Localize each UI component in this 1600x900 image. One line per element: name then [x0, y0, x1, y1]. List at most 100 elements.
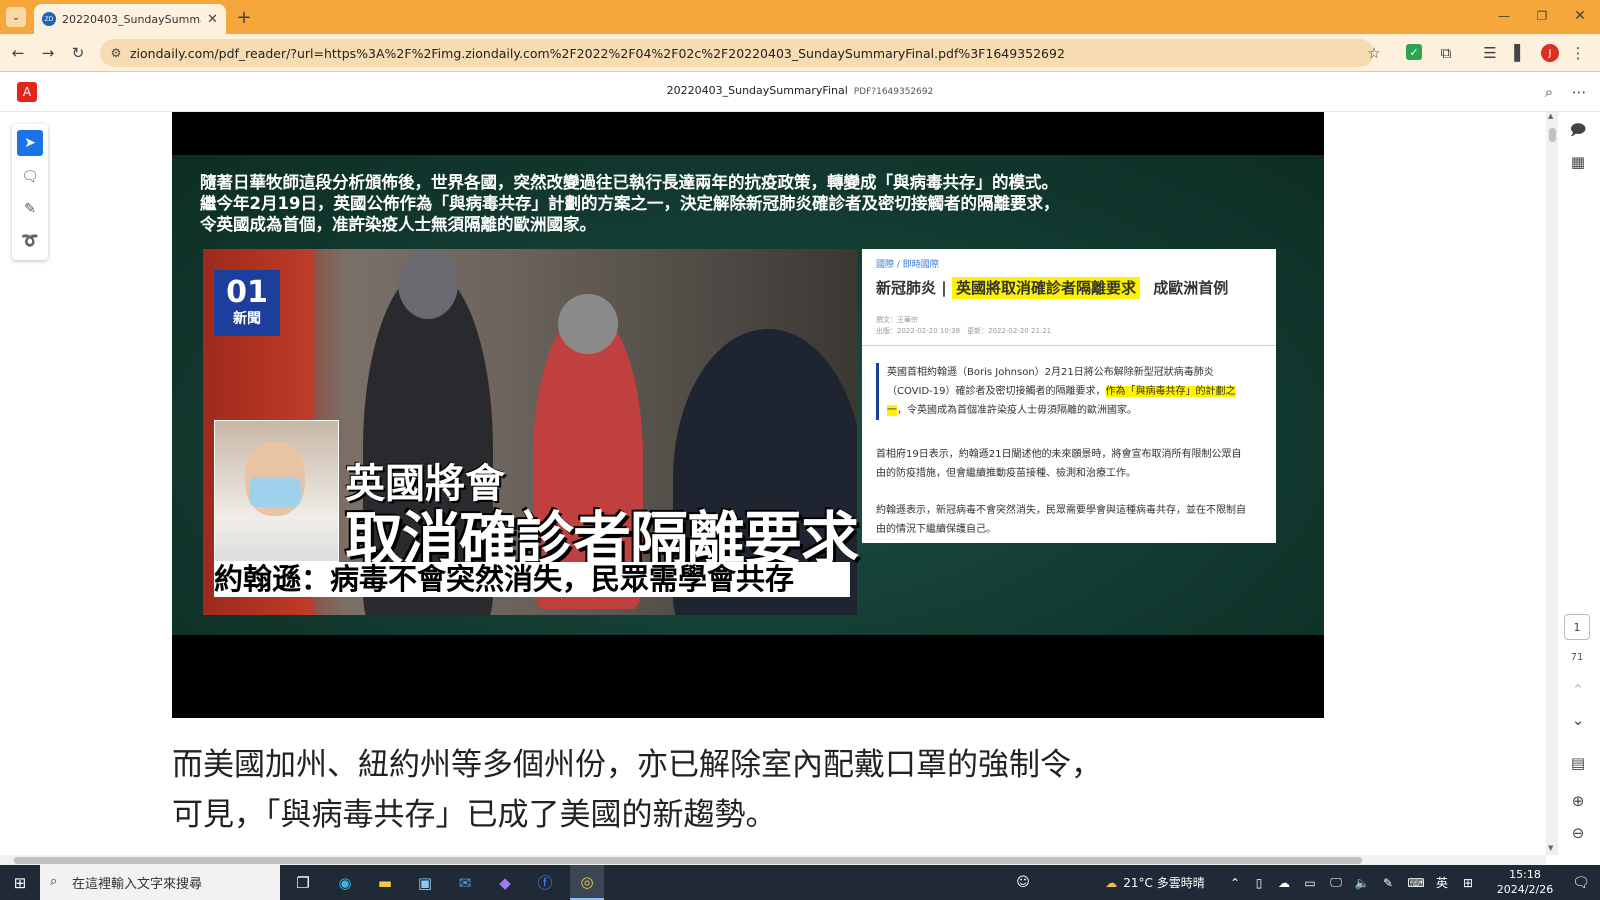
lasso-tool-icon[interactable]: ➰ [17, 228, 43, 254]
taskbar-search-box[interactable]: ⌕ 在這裡輸入文字來搜尋 [40, 865, 280, 900]
weather-widget[interactable]: ☁ 21°C 多雲時晴 [1090, 865, 1220, 900]
caption-line: 令英國成為首個，准許染疫人士無須隔離的歐洲國家。 [200, 215, 596, 234]
scroll-thumb[interactable] [1549, 128, 1556, 142]
facebook-icon[interactable]: ⓕ [528, 865, 562, 900]
omnibox[interactable]: ⚙ ziondaily.com/pdf_reader/?url=https%3A… [100, 39, 1374, 67]
tab-title: 20220403_SundaySummaryF [62, 12, 201, 26]
extensions-puzzle-icon[interactable]: ⧉ [1436, 43, 1456, 63]
tab-active[interactable]: ZD 20220403_SundaySummaryF ✕ [34, 4, 226, 34]
comment-tool-icon[interactable]: 🗨 [17, 164, 43, 190]
hscroll-thumb[interactable] [14, 857, 1362, 864]
logo-number: 01 [226, 275, 268, 310]
battery-icon[interactable]: ▭ [1298, 865, 1322, 900]
new-tab-icon[interactable]: + [234, 7, 254, 28]
document-name: 20220403_SundaySummaryFinal [666, 84, 848, 97]
comments-panel-icon[interactable]: 🗩 [1566, 120, 1590, 144]
bookmark-star-icon[interactable]: ☆ [1364, 43, 1384, 63]
article-title: 新冠肺炎 | 英國將取消確診者隔離要求 成歐洲首例 [876, 277, 1268, 299]
task-view-icon[interactable]: ❐ [286, 865, 320, 900]
keyboard-icon[interactable]: ⌨ [1404, 865, 1428, 900]
article-paragraph: 約翰遜表示，新冠病毒不會突然消失，民眾需要學會與這種病毒共存，並在不限制自由的情… [876, 505, 1246, 535]
total-pages: 71 [1570, 651, 1584, 663]
vertical-scrollbar[interactable]: ▲ ▼ [1546, 112, 1558, 855]
ime-mode-icon[interactable]: ⊞ [1456, 865, 1480, 900]
volume-icon[interactable]: 🔈 [1350, 865, 1374, 900]
pdf-more-icon[interactable]: ⋯ [1568, 81, 1590, 103]
people-icon[interactable]: ☺ [1008, 865, 1038, 900]
caption-line: 隨著日華牧師這段分析頒佈後，世界各國，突然改變過往已執行長達兩年的抗疫政策，轉變… [200, 173, 1058, 192]
page-properties-icon[interactable]: ▤ [1566, 752, 1590, 774]
zoom-out-icon[interactable]: ⊖ [1566, 822, 1590, 844]
prev-page-icon[interactable]: ⌃ [1566, 680, 1590, 700]
extension-check-icon[interactable]: ✓ [1406, 44, 1422, 60]
zoom-in-icon[interactable]: ⊕ [1566, 790, 1590, 812]
title-prefix: 新冠肺炎 | [876, 279, 947, 297]
pdf-search-icon[interactable]: ⌕ [1538, 81, 1560, 103]
taskbar-clock[interactable]: 15:18 2024/2/26 [1494, 867, 1556, 897]
forward-icon[interactable]: → [38, 43, 58, 63]
minimize-icon[interactable]: — [1494, 6, 1514, 26]
edge-icon[interactable]: ◉ [328, 865, 362, 900]
document-title: 20220403_SundaySummaryFinal PDF?164935269… [0, 84, 1600, 97]
inset-portrait [214, 420, 339, 562]
crumb-instant: 即時國際 [902, 260, 939, 270]
file-explorer-icon[interactable]: ▬ [368, 865, 402, 900]
notification-icon[interactable]: 🗨 [1566, 865, 1596, 900]
select-tool-icon[interactable]: ➤ [17, 130, 43, 156]
reload-icon[interactable]: ↻ [68, 43, 88, 63]
article-divider [862, 345, 1276, 346]
onedrive-icon[interactable]: ☁ [1272, 865, 1296, 900]
media-control-icon[interactable]: ☰ [1480, 43, 1500, 63]
right-side-panel: 🗩 ▦ 1 71 ⌃ ⌄ ▤ ⊕ ⊖ [1558, 112, 1600, 855]
browser-tab-bar: ⌄ ZD 20220403_SundaySummaryF ✕ + — ❐ ✕ [0, 0, 1600, 34]
tab-search-icon[interactable]: ⌄ [6, 7, 26, 27]
person-figure [558, 294, 618, 354]
pen-icon[interactable]: ✎ [1376, 865, 1400, 900]
network-icon[interactable]: 🖵 [1324, 865, 1348, 900]
tray-app-icon[interactable]: ▯ [1248, 865, 1270, 900]
site-favicon: ZD [42, 12, 56, 26]
site-info-icon[interactable]: ⚙ [108, 45, 124, 61]
article-lead: 英國首相約翰遜（Boris Johnson）2月21日將公布解除新型冠狀病毒肺炎… [876, 363, 1246, 420]
media-app-icon[interactable]: ◆ [488, 865, 522, 900]
mail-icon[interactable]: ✉ [448, 865, 482, 900]
pdf-body-text: 而美國加州、紐約州等多個州份，亦已解除室內配戴口罩的強制令， 可見，「與病毒共存… [172, 740, 1102, 840]
title-suffix: 成歐洲首例 [1153, 279, 1229, 297]
windows-start-icon[interactable]: ⊞ [0, 865, 40, 900]
weather-cloud-icon: ☁ [1105, 875, 1118, 890]
pdf-toolbar: A 20220403_SundaySummaryFinal PDF?1649352… [0, 72, 1600, 112]
close-tab-icon[interactable]: ✕ [207, 12, 218, 27]
ime-language[interactable]: 英 [1430, 865, 1454, 900]
caption-line: 繼今年2月19日，英國公佈作為「與病毒共存」計劃的方案之一，決定解除新冠肺炎確診… [200, 194, 1060, 213]
back-icon[interactable]: ← [8, 43, 28, 63]
next-page-icon[interactable]: ⌄ [1566, 710, 1590, 730]
face-mask [249, 477, 301, 507]
annotation-toolbar: ➤ 🗨 ✎ ➰ [12, 124, 48, 260]
browser-menu-icon[interactable]: ⋮ [1568, 43, 1588, 63]
profile-avatar[interactable]: J [1541, 44, 1559, 62]
address-toolbar: ← → ↻ ⚙ ziondaily.com/pdf_reader/?url=ht… [0, 34, 1600, 72]
tray-chevron-icon[interactable]: ⌃ [1224, 865, 1246, 900]
article-dates: 出版：2022-02-20 10:38 更新：2022-02-20 21:21 [876, 327, 1052, 335]
article-author: 撰文：王華宗 [876, 316, 918, 324]
title-highlight: 英國將取消確診者隔離要求 [951, 277, 1140, 299]
taskbar-search-icon: ⌕ [50, 874, 58, 889]
side-panel-icon[interactable]: ▌ [1510, 43, 1530, 63]
restore-icon[interactable]: ❐ [1532, 6, 1552, 26]
current-page-box[interactable]: 1 [1564, 614, 1590, 640]
body-line: 可見，「與病毒共存」已成了美國的新趨勢。 [172, 797, 777, 833]
scroll-down-arrow[interactable]: ▼ [1548, 844, 1553, 852]
logo-label: 新聞 [233, 311, 261, 327]
close-window-icon[interactable]: ✕ [1570, 6, 1590, 26]
url-text: ziondaily.com/pdf_reader/?url=https%3A%2… [130, 45, 1065, 61]
headline-quote: 約翰遜：病毒不會突然消失，民眾需學會共存 [214, 562, 850, 597]
clock-time: 15:18 [1509, 868, 1541, 881]
draw-tool-icon[interactable]: ✎ [17, 196, 43, 222]
store-icon[interactable]: ▣ [408, 865, 442, 900]
chrome-icon[interactable]: ◎ [570, 865, 604, 900]
taskbar-search-placeholder: 在這裡輸入文字來搜尋 [72, 877, 203, 892]
thumbnails-panel-icon[interactable]: ▦ [1566, 150, 1590, 174]
lead-text-end: ，令英國成為首個准許染疫人士毋須隔離的歐洲國家。 [897, 405, 1137, 416]
horizontal-scrollbar[interactable] [0, 855, 1546, 865]
scroll-up-arrow[interactable]: ▲ [1548, 112, 1553, 120]
